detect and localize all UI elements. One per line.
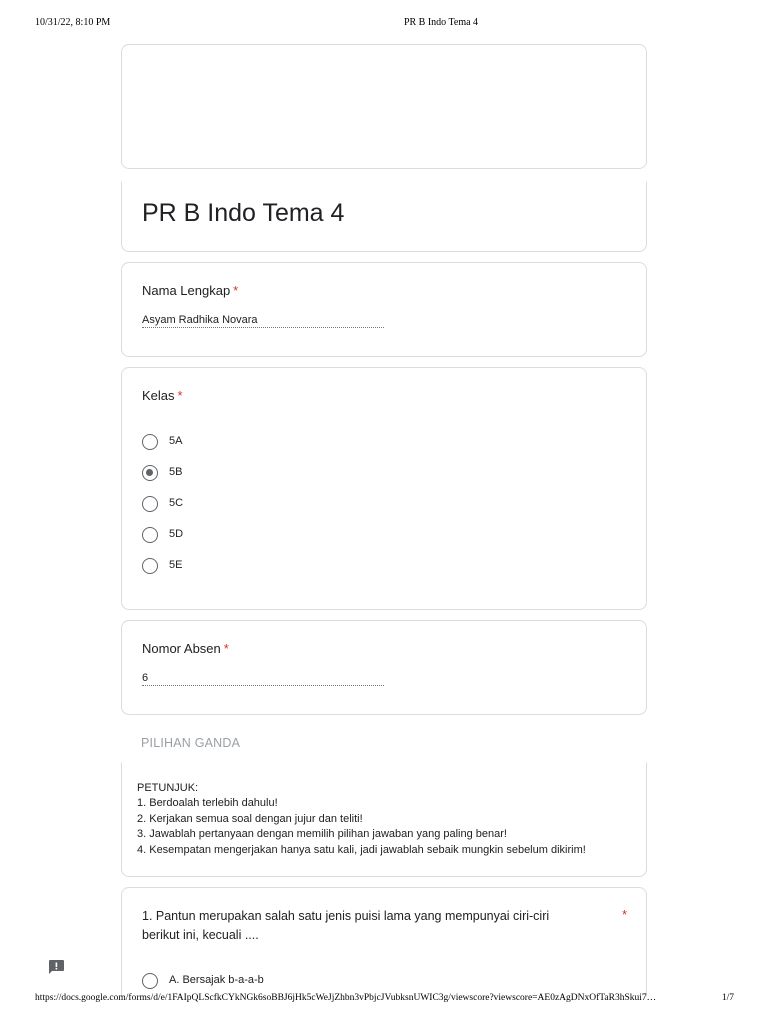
print-header: 10/31/22, 8:10 PM PR B Indo Tema 4 (0, 17, 768, 31)
instruction-line: 3. Jawablah pertanyaan dengan memilih pi… (137, 828, 507, 840)
option-label: 5B (169, 466, 183, 478)
radio-unchecked-icon[interactable] (142, 973, 158, 989)
absen-answer-field[interactable]: 6 (142, 672, 384, 686)
radio-unchecked-icon[interactable] (142, 558, 158, 574)
print-url: https://docs.google.com/forms/d/e/1FAIpQ… (35, 993, 657, 1003)
question-text: 1. Pantun merupakan salah satu jenis pui… (142, 909, 550, 942)
required-asterisk: * (223, 641, 229, 656)
required-asterisk: * (177, 388, 183, 403)
question-nomor-absen: Nomor Absen * 6 (121, 620, 647, 715)
radio-checked-icon[interactable] (142, 465, 158, 481)
instruction-line: 1. Berdoalah terlebih dahulu! (137, 797, 278, 809)
question-nama-lengkap: Nama Lengkap * Asyam Radhika Novara (121, 262, 647, 357)
radio-unchecked-icon[interactable] (142, 434, 158, 450)
option-label: 5C (169, 497, 184, 509)
form-title: PR B Indo Tema 4 (142, 199, 345, 227)
section-title: PILIHAN GANDA (141, 736, 241, 750)
form-header-banner (121, 44, 647, 169)
question-label: Nomor Absen * (142, 641, 229, 656)
question-1: 1. Pantun merupakan salah satu jenis pui… (121, 887, 647, 997)
print-footer: https://docs.google.com/forms/d/e/1FAIpQ… (0, 993, 768, 1007)
radio-unchecked-icon[interactable] (142, 527, 158, 543)
question-kelas: Kelas * 5A 5B 5C 5D 5E (121, 367, 647, 610)
feedback-icon[interactable] (47, 959, 65, 975)
nama-answer-field[interactable]: Asyam Radhika Novara (142, 314, 384, 328)
instructions-heading: PETUNJUK: (137, 782, 199, 794)
form-title-card: PR B Indo Tema 4 (121, 181, 647, 252)
instructions-card: PETUNJUK: 1. Berdoalah terlebih dahulu! … (121, 762, 647, 877)
instruction-line: 2. Kerjakan semua soal dengan jujur dan … (137, 813, 363, 825)
feedback-icon-svg (49, 960, 64, 974)
print-page-title: PR B Indo Tema 4 (403, 17, 479, 28)
option-label: 5A (169, 435, 183, 447)
required-asterisk: * (233, 283, 239, 298)
question-label: Kelas * (142, 388, 183, 403)
radio-unchecked-icon[interactable] (142, 496, 158, 512)
question-label: Nama Lengkap * (142, 283, 239, 298)
option-label: A. Bersajak b-a-a-b (169, 974, 264, 986)
option-label: 5E (169, 559, 183, 571)
option-label: 5D (169, 528, 184, 540)
instruction-line: 4. Kesempatan mengerjakan hanya satu kal… (137, 844, 586, 856)
print-page-number: 1/7 (721, 993, 734, 1003)
required-asterisk: * (622, 907, 628, 922)
